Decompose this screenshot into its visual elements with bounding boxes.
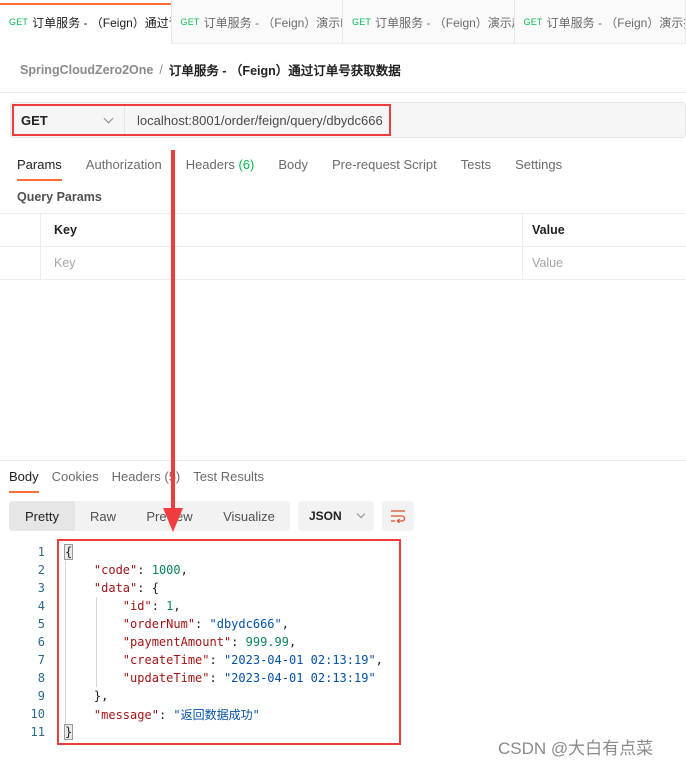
request-tab-2[interactable]: GET 订单服务 - （Feign）演示Feign (172, 0, 343, 44)
tab-tests[interactable]: Tests (461, 157, 491, 181)
code-line: 4 "id": 1, (0, 597, 686, 615)
code-line: 10 "message": "返回数据成功" (0, 705, 686, 723)
tab-pre-request-script[interactable]: Pre-request Script (332, 157, 437, 181)
line-number: 4 (37, 599, 45, 613)
request-tab-1[interactable]: GET 订单服务 - （Feign）通过订单号获取数据 (0, 0, 172, 44)
line-number: 10 (30, 707, 45, 721)
format-select[interactable]: JSON (298, 501, 374, 531)
code-line: 6 "paymentAmount": 999.99, (0, 633, 686, 651)
view-mode-group: Pretty Raw Preview Visualize (9, 501, 290, 531)
wrap-lines-button[interactable] (382, 501, 414, 531)
chevron-down-icon (356, 509, 365, 519)
view-pretty-button[interactable]: Pretty (9, 501, 75, 531)
tab-title: 订单服务 - （Feign）演示报错 (546, 15, 685, 30)
tab-method-badge: GET (9, 17, 29, 27)
tab-authorization[interactable]: Authorization (86, 157, 162, 181)
tab-settings[interactable]: Settings (515, 157, 562, 181)
json-value-createtime: "2023-04-01 02:13:19" (223, 653, 376, 667)
query-params-title: Query Params (17, 190, 102, 204)
method-value: GET (21, 112, 48, 128)
json-value-updatetime: "2023-04-01 02:13:19" (223, 671, 376, 685)
tab-method-badge: GET (523, 17, 543, 27)
request-tab-bar: GET 订单服务 - （Feign）通过订单号获取数据 GET 订单服务 - （… (0, 0, 686, 44)
tab-headers-label: Headers (185, 157, 235, 172)
column-header-key: Key (41, 214, 523, 246)
watermark: CSDN @大白有点菜 (498, 739, 654, 758)
request-tab-4[interactable]: GET 订单服务 - （Feign）演示报错 (515, 0, 686, 44)
line-number: 2 (37, 563, 45, 577)
json-value-message: "返回数据成功" (173, 707, 260, 722)
tab-test-results[interactable]: Test Results (193, 469, 264, 493)
query-params-table: Key Value Key Value (0, 213, 686, 280)
view-visualize-button[interactable]: Visualize (208, 501, 290, 531)
line-number: 5 (37, 617, 45, 631)
code-line: 9 }, (0, 687, 686, 705)
breadcrumb-collection[interactable]: SpringCloudZero2One (20, 63, 153, 77)
code-line: 1 { (0, 543, 686, 561)
breadcrumb-separator: / (159, 62, 163, 77)
method-select[interactable]: GET (11, 103, 125, 137)
tab-title: 订单服务 - （Feign）通过订单号获取数据 (32, 15, 170, 30)
request-tab-3[interactable]: GET 订单服务 - （Feign）演示超时 (343, 0, 515, 44)
headers-count: (6) (238, 157, 255, 172)
json-value-code: 1000 (151, 563, 181, 577)
line-number: 7 (37, 653, 45, 667)
tab-headers[interactable]: Headers (6) (186, 157, 255, 181)
request-bar: GET (10, 102, 686, 138)
tab-title: 订单服务 - （Feign）演示超时 (375, 15, 513, 30)
code-line: 7 "createTime": "2023-04-01 02:13:19", (0, 651, 686, 669)
line-number: 11 (30, 725, 45, 739)
tab-cookies[interactable]: Cookies (52, 469, 99, 493)
column-header-value: Value (532, 223, 565, 237)
line-number: 3 (37, 581, 45, 595)
tab-body[interactable]: Body (278, 157, 308, 181)
wrap-lines-icon (391, 510, 406, 523)
breadcrumb: SpringCloudZero2One / 订单服务 - （Feign）通过订单… (20, 60, 401, 79)
code-line: 8 "updateTime": "2023-04-01 02:13:19" (0, 669, 686, 687)
table-row: Key Value (0, 247, 686, 280)
tab-method-badge: GET (352, 17, 372, 27)
response-tabs: Body Cookies Headers (5) Test Results (9, 469, 277, 493)
format-value: JSON (309, 509, 342, 523)
divider (0, 92, 686, 93)
checkbox-column (0, 214, 41, 246)
request-config-tabs: Params Authorization Headers (6) Body Pr… (17, 157, 586, 181)
row-checkbox-cell (0, 247, 41, 279)
json-value-paymentamount: 999.99 (245, 635, 289, 649)
json-value-ordernum: "dbydc666" (209, 617, 282, 631)
tab-response-body[interactable]: Body (9, 469, 39, 493)
response-body-editor[interactable]: 1 { 2 "code": 1000, 3 "data": { 4 "id": … (0, 543, 686, 741)
line-number: 6 (37, 635, 45, 649)
tab-method-badge: GET (180, 17, 200, 27)
code-line: 3 "data": { (0, 579, 686, 597)
tab-params[interactable]: Params (17, 157, 62, 181)
table-header-row: Key Value (0, 214, 686, 247)
chevron-down-icon (103, 113, 114, 123)
tab-response-headers[interactable]: Headers (5) (112, 469, 181, 493)
tab-title: 订单服务 - （Feign）演示Feign (203, 15, 342, 30)
key-input[interactable]: Key (41, 247, 523, 279)
line-number: 1 (37, 545, 45, 559)
code-line: 2 "code": 1000, (0, 561, 686, 579)
breadcrumb-request-name[interactable]: 订单服务 - （Feign）通过订单号获取数据 (169, 60, 401, 79)
line-number: 8 (37, 671, 45, 685)
url-input[interactable] (125, 103, 685, 137)
value-input[interactable]: Value (523, 247, 686, 279)
view-preview-button[interactable]: Preview (131, 501, 208, 531)
code-line: 5 "orderNum": "dbydc666", (0, 615, 686, 633)
view-raw-button[interactable]: Raw (75, 501, 131, 531)
response-divider[interactable] (0, 460, 686, 461)
line-number: 9 (37, 689, 45, 703)
